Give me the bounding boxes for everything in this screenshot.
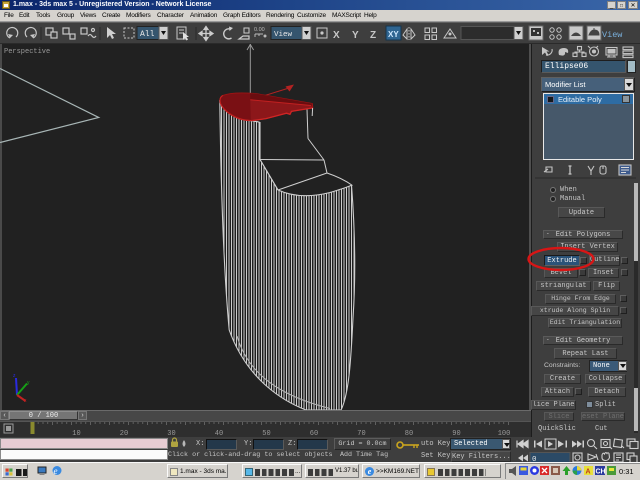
svg-text:0:31: 0:31 — [619, 467, 634, 476]
svg-text:View: View — [602, 30, 623, 40]
svg-text:View: View — [274, 31, 293, 39]
svg-text:Z: Z — [370, 30, 376, 41]
svg-text:CH: CH — [596, 469, 606, 476]
svg-text:Y: Y — [352, 30, 359, 41]
svg-text:0.00: 0.00 — [254, 27, 265, 33]
svg-text:All: All — [140, 30, 155, 39]
svg-text:X: X — [333, 30, 340, 41]
svg-text:Perspective: Perspective — [4, 48, 50, 56]
svg-text:A: A — [586, 469, 591, 476]
svg-text:XY: XY — [388, 30, 399, 39]
svg-text:x: x — [24, 398, 27, 404]
svg-text:e: e — [54, 466, 58, 476]
svg-text:y: y — [27, 380, 30, 386]
